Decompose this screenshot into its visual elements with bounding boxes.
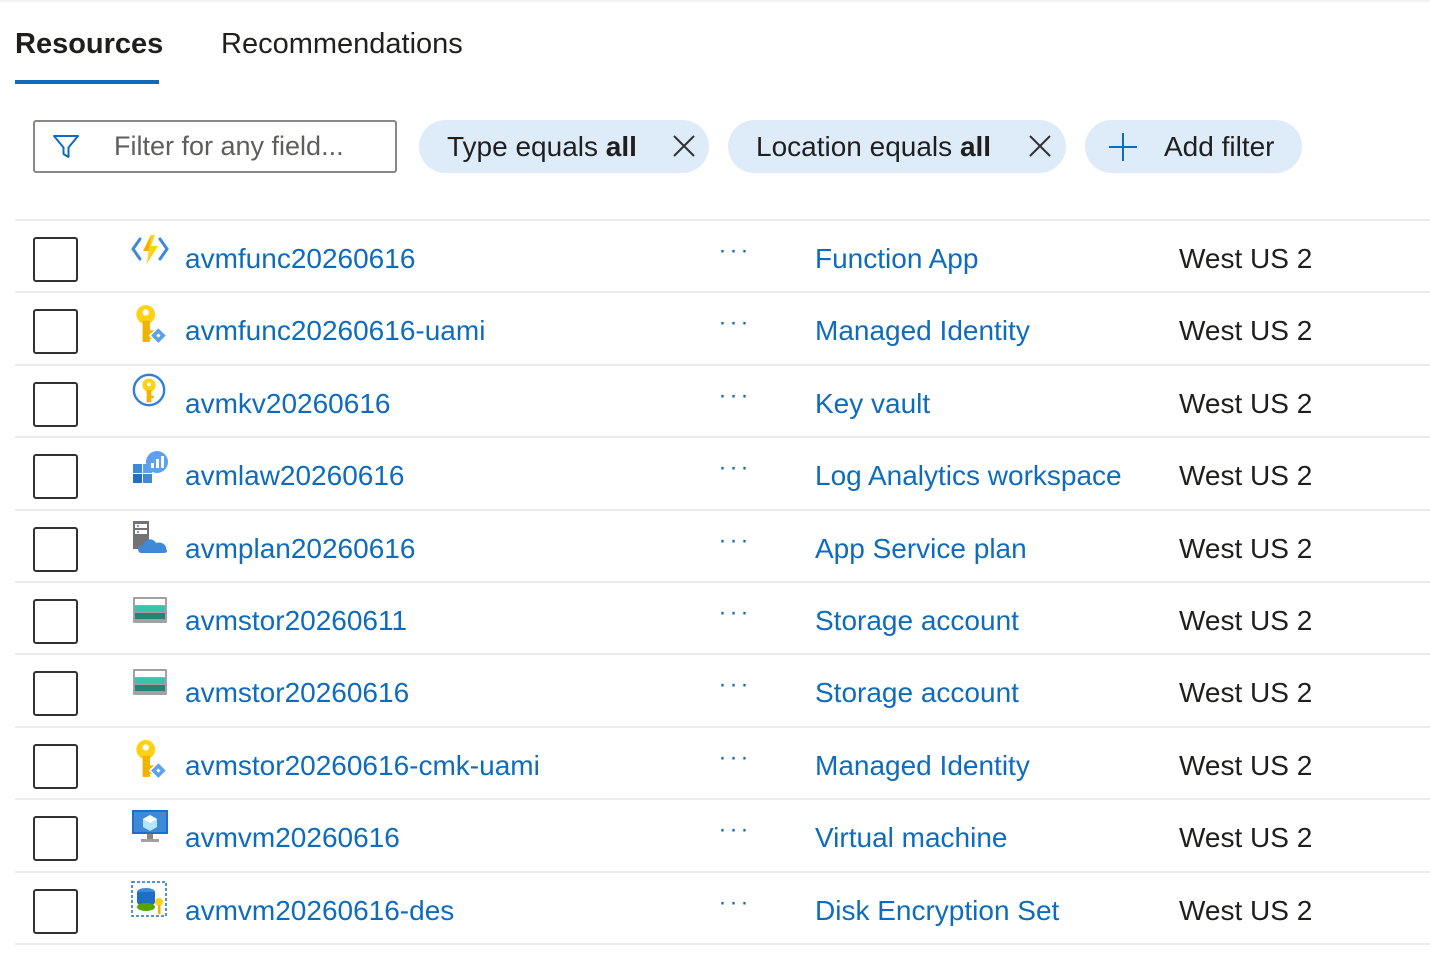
storage-account-icon	[133, 596, 167, 623]
resource-type-link[interactable]: Managed Identity	[815, 315, 1030, 347]
table-row: avmlaw20260616 ··· Log Analytics workspa…	[15, 438, 1430, 511]
row-checkbox[interactable]	[33, 454, 78, 500]
row-checkbox[interactable]	[33, 309, 78, 355]
table-row: avmvm20260616 ··· Virtual machine West U…	[15, 800, 1430, 873]
table-row: avmvm20260616-des ··· Disk Encryption Se…	[15, 873, 1430, 945]
tab-bar: Resources Recommendations	[15, 22, 463, 84]
more-options-button[interactable]: ···	[715, 818, 755, 850]
virtual-machine-icon	[132, 810, 168, 843]
table-row: avmfunc20260616 ··· Function App West US…	[15, 221, 1430, 294]
table-row: avmstor20260611 ··· Storage account West…	[15, 583, 1430, 656]
more-options-button[interactable]: ···	[715, 528, 755, 561]
managed-identity-icon	[136, 305, 168, 346]
row-checkbox[interactable]	[33, 671, 78, 717]
resource-location: West US 2	[1179, 604, 1313, 636]
more-options-button[interactable]: ···	[715, 890, 755, 923]
resource-type-link[interactable]: Storage account	[815, 677, 1019, 709]
filter-input[interactable]	[114, 131, 384, 162]
disk-encryption-set-icon	[131, 880, 167, 917]
resource-type-link[interactable]: Managed Identity	[815, 750, 1030, 782]
resource-name-link[interactable]: avmstor20260616	[185, 677, 409, 709]
add-filter-button[interactable]: Add filter	[1085, 120, 1302, 173]
more-options-button[interactable]: ···	[715, 239, 755, 271]
table-row: avmkv20260616 ··· Key vault West US 2	[15, 366, 1430, 439]
table-row: avmstor20260616 ··· Storage account West…	[15, 655, 1430, 728]
row-checkbox[interactable]	[33, 526, 78, 572]
location-filter-pill[interactable]: Location equals all	[728, 120, 1066, 173]
row-checkbox[interactable]	[33, 888, 78, 934]
resource-location: West US 2	[1179, 315, 1313, 347]
resource-name-link[interactable]: avmvm20260616	[185, 822, 400, 854]
add-filter-label: Add filter	[1164, 130, 1275, 162]
resource-type-link[interactable]: Function App	[815, 243, 978, 275]
filter-input-box[interactable]	[33, 120, 397, 173]
managed-identity-icon	[136, 739, 168, 780]
row-checkbox[interactable]	[33, 598, 78, 644]
resource-name-link[interactable]: avmkv20260616	[185, 388, 390, 420]
resource-name-link[interactable]: avmstor20260616-cmk-uami	[185, 750, 540, 782]
resource-location: West US 2	[1179, 894, 1313, 926]
resource-name-link[interactable]: avmstor20260611	[185, 605, 407, 637]
tab-resources[interactable]: Resources	[15, 22, 163, 84]
row-checkbox[interactable]	[33, 237, 78, 282]
location-filter-label: Location equals all	[756, 130, 992, 162]
filter-icon	[53, 134, 79, 158]
resource-type-link[interactable]: Key vault	[815, 388, 930, 420]
table-row: avmfunc20260616-uami ··· Managed Identit…	[15, 293, 1430, 366]
resource-name-link[interactable]: avmfunc20260616-uami	[185, 315, 485, 347]
storage-account-icon	[133, 669, 167, 696]
more-options-button[interactable]: ···	[715, 673, 755, 705]
row-checkbox[interactable]	[33, 381, 78, 427]
more-options-button[interactable]: ···	[715, 600, 755, 633]
resource-name-link[interactable]: avmlaw20260616	[185, 460, 405, 492]
resource-location: West US 2	[1179, 677, 1313, 709]
row-checkbox[interactable]	[33, 816, 78, 862]
plus-icon	[1109, 132, 1137, 161]
resource-location: West US 2	[1179, 749, 1313, 781]
resource-type-link[interactable]: Log Analytics workspace	[815, 460, 1122, 492]
top-divider	[0, 0, 1430, 2]
more-options-button[interactable]: ···	[715, 745, 755, 778]
row-checkbox[interactable]	[33, 743, 78, 789]
type-filter-pill[interactable]: Type equals all	[419, 120, 709, 173]
resource-type-link[interactable]: App Service plan	[815, 533, 1027, 565]
resource-name-link[interactable]: avmplan20260616	[185, 533, 415, 565]
resource-name-link[interactable]: avmvm20260616-des	[185, 895, 454, 927]
more-options-button[interactable]: ···	[715, 383, 755, 416]
resource-location: West US 2	[1179, 243, 1313, 274]
key-vault-icon	[132, 373, 166, 407]
resource-location: West US 2	[1179, 387, 1313, 419]
resource-location: West US 2	[1179, 460, 1313, 492]
table-row: avmstor20260616-cmk-uami ··· Managed Ide…	[15, 728, 1430, 801]
resource-location: West US 2	[1179, 822, 1313, 854]
resource-type-link[interactable]: Virtual machine	[815, 822, 1007, 854]
log-analytics-icon	[133, 451, 168, 484]
close-icon[interactable]	[1027, 133, 1053, 159]
resource-type-link[interactable]: Storage account	[815, 605, 1019, 637]
more-options-button[interactable]: ···	[715, 311, 755, 343]
function-app-icon	[131, 235, 169, 265]
tab-recommendations[interactable]: Recommendations	[221, 22, 463, 84]
resource-name-link[interactable]: avmfunc20260616	[185, 243, 415, 275]
resource-type-link[interactable]: Disk Encryption Set	[815, 895, 1059, 927]
more-options-button[interactable]: ···	[715, 456, 755, 488]
table-row: avmplan20260616 ··· App Service plan Wes…	[15, 511, 1430, 583]
type-filter-label: Type equals all	[447, 130, 637, 162]
resource-location: West US 2	[1179, 532, 1313, 564]
close-icon[interactable]	[671, 133, 697, 159]
resources-table: avmfunc20260616 ··· Function App West US…	[15, 219, 1430, 945]
app-service-plan-icon	[133, 520, 168, 553]
